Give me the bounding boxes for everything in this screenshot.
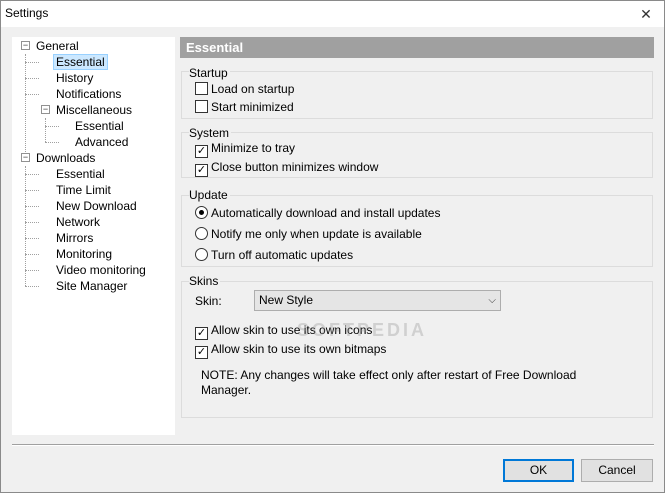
tree-line [25, 78, 39, 79]
radio-icon [195, 227, 208, 240]
tree-item-misc-essential[interactable]: Essential [75, 118, 124, 134]
tree-line [25, 254, 39, 255]
tree-item-mirrors[interactable]: Mirrors [56, 230, 93, 246]
tree-line [25, 190, 39, 191]
tree-line [45, 118, 46, 142]
tree-item-label: Site Manager [56, 279, 128, 293]
tree-item-label: Essential [53, 54, 108, 70]
tree-item-time-limit[interactable]: Time Limit [56, 182, 111, 198]
watermark: SOFTPEDIA [297, 320, 428, 340]
tree-line [25, 174, 39, 175]
tree-item-label: Downloads [36, 151, 96, 165]
tree-item-label: General [36, 39, 79, 53]
tree-line [25, 94, 39, 95]
radio-label: Notify me only when update is available [211, 227, 422, 241]
tree-item-general[interactable]: General [36, 38, 79, 54]
collapse-icon[interactable]: − [41, 105, 50, 114]
close-minimizes-checkbox[interactable]: ✓ Close button minimizes window [195, 159, 379, 177]
tree-line [25, 238, 39, 239]
startup-group-title: Startup [189, 66, 230, 80]
checkbox-box [195, 82, 208, 95]
tree-item-label: Essential [56, 167, 105, 181]
tree-item-label: Monitoring [56, 247, 113, 261]
tree-item-label: History [56, 71, 94, 85]
title-bar: Settings ✕ [1, 1, 664, 27]
check-icon: ✓ [195, 327, 208, 340]
tree-line [25, 286, 39, 287]
chevron-down-icon: ⌵ [488, 295, 496, 306]
skin-label: Skin: [195, 294, 222, 308]
skin-select-value: New Style [259, 293, 314, 307]
radio-icon [195, 248, 208, 261]
tree-line [25, 62, 39, 63]
checkbox-label: Allow skin to use its own bitmaps [211, 342, 387, 356]
radio-label: Turn off automatic updates [211, 248, 354, 262]
tree-item-label: Advanced [75, 135, 129, 149]
page-title: Essential [180, 37, 654, 58]
minimize-to-tray-checkbox[interactable]: ✓ Minimize to tray [195, 140, 296, 158]
tree-line [25, 54, 26, 158]
tree-item-advanced[interactable]: Advanced [75, 134, 128, 150]
footer-divider [12, 444, 654, 446]
skin-select[interactable]: New Style ⌵ [254, 290, 501, 311]
update-group-title: Update [189, 188, 230, 202]
checkbox-label: Close button minimizes window [211, 160, 379, 174]
tree-item-notifications[interactable]: Notifications [56, 86, 121, 102]
tree-line [25, 206, 39, 207]
tree-item-miscellaneous[interactable]: Miscellaneous [56, 102, 132, 118]
tree-item-label: Notifications [56, 87, 122, 101]
tree-line [25, 270, 39, 271]
tree-item-label: Essential [75, 119, 124, 133]
check-icon: ✓ [195, 346, 208, 359]
allow-skin-bitmaps-checkbox[interactable]: ✓ Allow skin to use its own bitmaps [195, 341, 387, 359]
tree-item-downloads[interactable]: Downloads [36, 150, 95, 166]
tree-item-site-manager[interactable]: Site Manager [56, 278, 127, 294]
tree-item-label: Mirrors [56, 231, 94, 245]
tree-item-video-monitoring[interactable]: Video monitoring [56, 262, 146, 278]
turn-off-updates-radio[interactable]: Turn off automatic updates [195, 247, 353, 263]
tree-item-label: Network [56, 215, 101, 229]
note-line: Manager. [201, 383, 252, 397]
tree-line [25, 222, 39, 223]
close-icon[interactable]: ✕ [634, 3, 658, 25]
radio-label: Automatically download and install updat… [211, 206, 441, 220]
settings-window: Settings ✕ − General Essential History N… [0, 0, 665, 493]
radio-selected-icon [195, 206, 208, 219]
note-line: NOTE: Any changes will take effect only … [201, 368, 577, 382]
tree-item-label: New Download [56, 199, 137, 213]
load-on-startup-checkbox[interactable]: Load on startup [195, 81, 294, 97]
tree-item-label: Video monitoring [56, 263, 146, 277]
auto-update-radio[interactable]: Automatically download and install updat… [195, 205, 440, 221]
tree-item-downloads-essential[interactable]: Essential [56, 166, 105, 182]
notify-update-radio[interactable]: Notify me only when update is available [195, 226, 422, 242]
tree-item-new-download[interactable]: New Download [56, 198, 137, 214]
checkbox-label: Minimize to tray [211, 141, 296, 155]
start-minimized-checkbox[interactable]: Start minimized [195, 99, 294, 115]
settings-content: Essential Startup Load on startup Start … [180, 37, 654, 435]
checkbox-label: Start minimized [211, 100, 294, 114]
checkbox-box [195, 100, 208, 113]
tree-item-network[interactable]: Network [56, 214, 100, 230]
check-icon: ✓ [195, 145, 208, 158]
restart-note: NOTE: Any changes will take effect only … [201, 368, 576, 398]
settings-tree[interactable]: − General Essential History Notification… [12, 37, 175, 435]
tree-item-general-essential[interactable]: Essential [53, 54, 108, 70]
window-title: Settings [5, 6, 49, 20]
skins-group-title: Skins [189, 274, 221, 288]
ok-button[interactable]: OK [503, 459, 574, 482]
system-group-title: System [189, 126, 232, 140]
checkbox-label: Load on startup [211, 82, 295, 96]
tree-item-label: Time Limit [56, 183, 111, 197]
tree-item-label: Miscellaneous [56, 103, 133, 117]
tree-line [25, 166, 26, 286]
tree-item-history[interactable]: History [56, 70, 93, 86]
collapse-icon[interactable]: − [21, 41, 30, 50]
tree-line [45, 126, 59, 127]
tree-item-monitoring[interactable]: Monitoring [56, 246, 112, 262]
tree-line [45, 142, 59, 143]
check-icon: ✓ [195, 164, 208, 177]
collapse-icon[interactable]: − [21, 153, 30, 162]
cancel-button[interactable]: Cancel [581, 459, 653, 482]
